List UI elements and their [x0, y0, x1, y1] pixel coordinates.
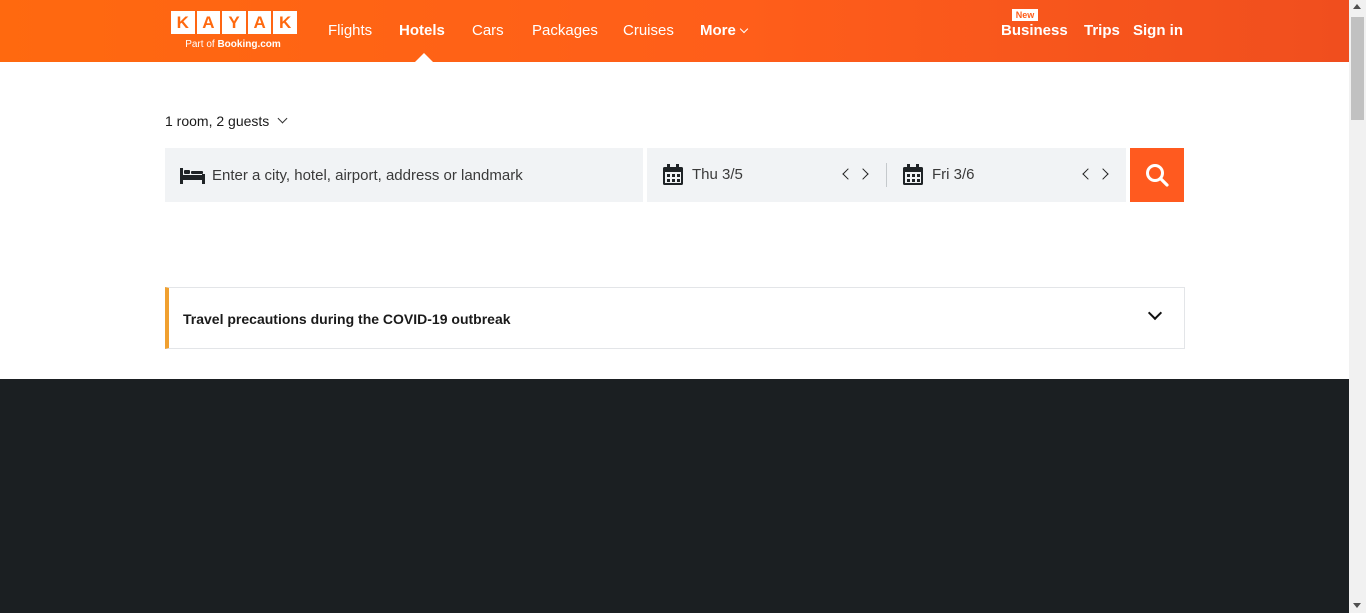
top-header: K A Y A K Part of Booking.com Flights Ho… — [0, 0, 1349, 62]
dark-content-section — [0, 379, 1349, 613]
nav-flights[interactable]: Flights — [328, 22, 372, 39]
bed-icon — [180, 168, 205, 184]
nav-business[interactable]: Business — [1001, 22, 1068, 39]
chevron-down-icon[interactable] — [1147, 305, 1163, 321]
search-icon — [1146, 164, 1169, 187]
scroll-down-arrow-icon[interactable] — [1353, 603, 1361, 608]
logo-subtitle: Part of Booking.com — [171, 39, 295, 50]
calendar-icon — [903, 164, 923, 185]
guests-label: 1 room, 2 guests — [165, 113, 270, 129]
nav-more-label: More — [700, 22, 736, 39]
dates-field: Thu 3/5 Fri 3/6 — [647, 148, 1126, 202]
checkout-date[interactable]: Fri 3/6 — [887, 148, 1126, 202]
logo-subtitle-brand: Booking.com — [217, 39, 281, 50]
logo-letter: K — [273, 11, 297, 34]
scrollbar-thumb[interactable] — [1351, 17, 1364, 120]
logo-letter: A — [247, 11, 272, 34]
destination-input[interactable] — [212, 148, 632, 202]
checkin-date[interactable]: Thu 3/5 — [647, 148, 886, 202]
nav-hotels[interactable]: Hotels — [399, 22, 445, 39]
checkin-next-day-icon[interactable] — [857, 168, 869, 180]
checkin-date-value: Thu 3/5 — [692, 166, 743, 183]
destination-field[interactable] — [165, 148, 643, 202]
covid-alert[interactable]: Travel precautions during the COVID-19 o… — [165, 287, 1185, 349]
nav-cruises[interactable]: Cruises — [623, 22, 674, 39]
calendar-icon — [663, 164, 683, 185]
checkout-next-day-icon[interactable] — [1097, 168, 1109, 180]
chevron-down-icon — [277, 113, 288, 123]
active-nav-indicator — [415, 53, 433, 62]
checkout-prev-day-icon[interactable] — [1082, 168, 1094, 180]
chevron-down-icon — [739, 24, 749, 34]
new-badge: New — [1012, 9, 1038, 21]
nav-more[interactable]: More — [700, 22, 749, 39]
logo-letters: K A Y A K — [171, 11, 297, 34]
sign-in-link[interactable]: Sign in — [1133, 22, 1183, 39]
kayak-logo[interactable]: K A Y A K Part of Booking.com — [171, 11, 297, 55]
checkin-prev-day-icon[interactable] — [842, 168, 854, 180]
nav-trips[interactable]: Trips — [1084, 22, 1120, 39]
scroll-up-arrow-icon[interactable] — [1353, 4, 1361, 9]
logo-subtitle-prefix: Part of — [185, 39, 218, 50]
alert-title: Travel precautions during the COVID-19 o… — [183, 311, 511, 327]
logo-letter: A — [196, 11, 221, 34]
nav-packages[interactable]: Packages — [532, 22, 598, 39]
logo-letter: K — [171, 11, 195, 34]
nav-cars[interactable]: Cars — [472, 22, 504, 39]
guests-selector[interactable]: 1 room, 2 guests — [165, 113, 288, 129]
logo-letter: Y — [222, 11, 246, 34]
page-scrollbar[interactable] — [1349, 0, 1366, 613]
checkout-date-value: Fri 3/6 — [932, 166, 975, 183]
search-button[interactable] — [1130, 148, 1184, 202]
